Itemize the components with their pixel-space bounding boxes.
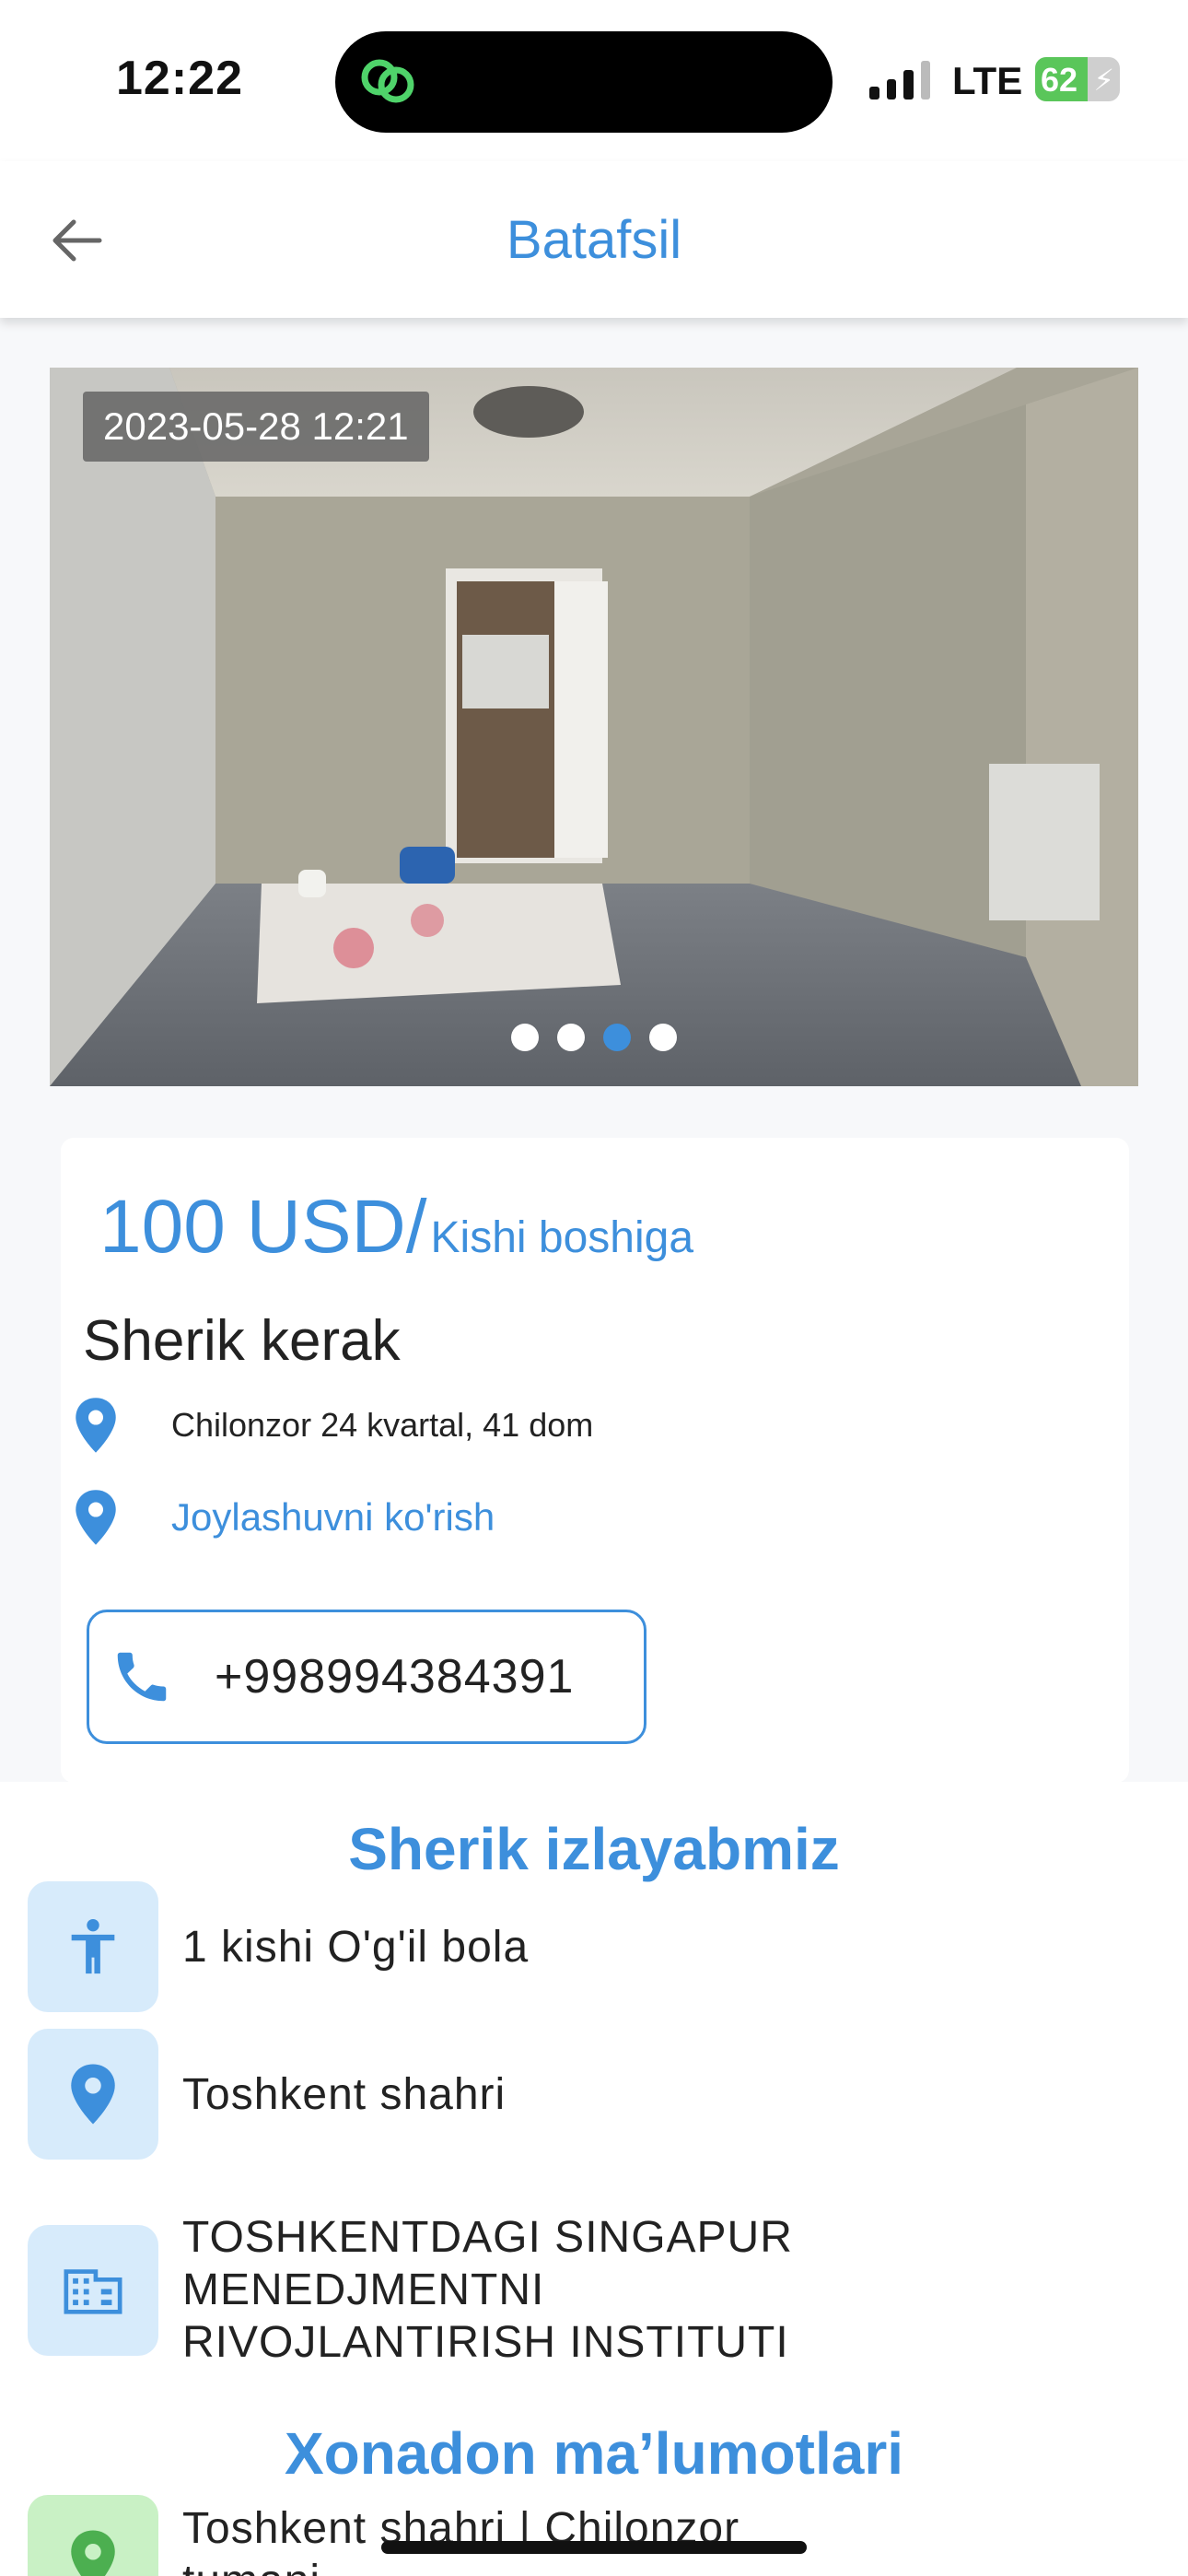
page-title: Batafsil: [506, 210, 682, 270]
status-bar: 12:22 LTE 62 ⚡: [0, 0, 1188, 161]
details-sheet: Sherik izlayabmiz 1 kishi O'g'il bola To…: [0, 1782, 1188, 2576]
home-section-title: Xonadon ma’lumotlari: [284, 2420, 904, 2487]
feature-text: 1 kishi O'g'il bola: [182, 1922, 530, 1972]
feature-icon-box: [28, 2224, 158, 2356]
home-indicator[interactable]: [381, 2541, 807, 2554]
price-amount: 100 USD/: [99, 1185, 427, 1269]
photo-carousel[interactable]: 2023-05-28 12:21: [50, 368, 1138, 1086]
building-icon: [64, 2268, 122, 2314]
location-pin-icon: [71, 2064, 115, 2125]
carousel-indicator: [50, 1024, 1138, 1051]
app-bar: Batafsil: [0, 161, 1188, 318]
room-photo: [50, 368, 1138, 1086]
location-pin-icon: [71, 2530, 115, 2576]
home-item-location: Toshkent shahri | Chilonzor tumani: [28, 2495, 809, 2576]
partner-item-gender: 1 kishi O'g'il bola: [28, 1881, 529, 2012]
partner-item-city: Toshkent shahri: [28, 2029, 506, 2160]
phone-icon: [117, 1652, 167, 1702]
price: 100 USD/ Kishi boshiga: [99, 1184, 693, 1270]
battery-percent: 62: [1041, 61, 1078, 99]
phone-number: +998994384391: [215, 1650, 575, 1704]
battery-icon: 62 ⚡: [1035, 57, 1120, 101]
network-label: LTE: [952, 59, 1023, 102]
status-time: 12:22: [116, 52, 243, 105]
carousel-dot[interactable]: [557, 1024, 585, 1051]
feature-icon-box: [28, 2029, 158, 2160]
listing-title: Sherik kerak: [83, 1309, 401, 1373]
carousel-dot-active[interactable]: [603, 1024, 631, 1051]
address-row: Chilonzor 24 kvartal, 41 dom: [70, 1396, 593, 1455]
feature-text: Toshkent shahri: [182, 2069, 507, 2119]
listing-card: 100 USD/ Kishi boshiga Sherik kerak Chil…: [61, 1138, 1129, 1783]
location-pin-icon: [76, 1398, 116, 1453]
link-rings-icon: [361, 59, 414, 103]
carousel-dot[interactable]: [649, 1024, 677, 1051]
photo-timestamp: 2023-05-28 12:21: [83, 392, 429, 462]
carousel-dot[interactable]: [511, 1024, 539, 1051]
feature-text: Toshkent shahri | Chilonzor tumani: [182, 2504, 740, 2576]
partner-item-institute: TOSHKENTDAGI SINGAPUR MENEDJMENTNI RIVOJ…: [28, 2211, 827, 2369]
view-location-link[interactable]: Joylashuvni ko'rish: [171, 1495, 495, 1540]
price-unit: Kishi boshiga: [430, 1213, 694, 1262]
location-pin-icon: [76, 1490, 116, 1545]
call-button[interactable]: +998994384391: [87, 1610, 646, 1744]
person-icon: [71, 1918, 115, 1974]
feature-text: TOSHKENTDAGI SINGAPUR MENEDJMENTNI RIVOJ…: [182, 2213, 793, 2367]
feature-icon-box: [28, 2495, 158, 2576]
partner-section-title: Sherik izlayabmiz: [348, 1816, 840, 1882]
map-link-row[interactable]: Joylashuvni ko'rish: [70, 1488, 495, 1547]
address-text: Chilonzor 24 kvartal, 41 dom: [171, 1406, 594, 1444]
feature-icon-box: [28, 1881, 158, 2012]
charging-bolt-icon: ⚡: [1093, 64, 1114, 97]
signal-icon: [869, 61, 930, 100]
